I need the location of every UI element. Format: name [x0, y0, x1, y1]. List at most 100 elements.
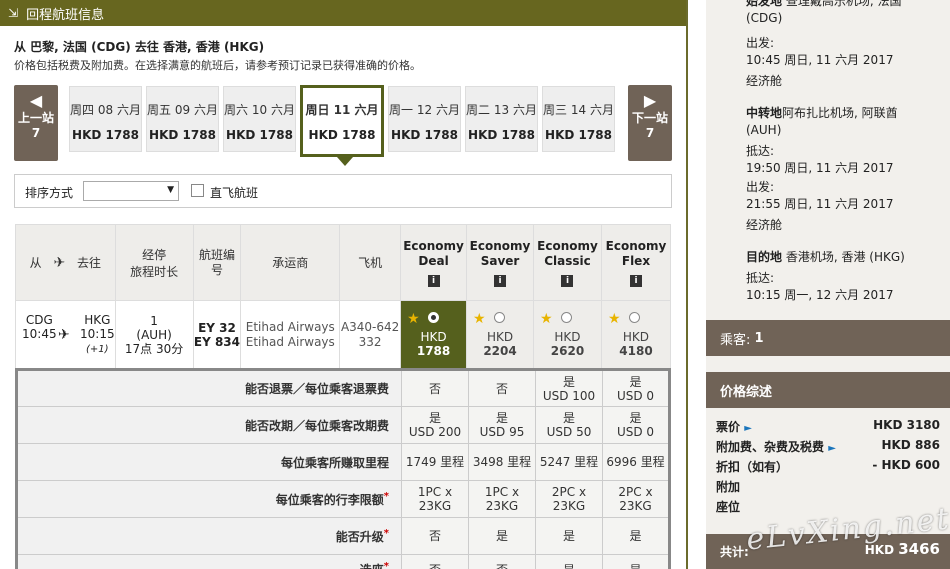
fare-option-flex[interactable]: ★ HKD 4180 [600, 300, 672, 369]
detail-value: 1PC x 23KG [468, 480, 536, 518]
price-summary: 票价 ► HKD 3180 附加费、杂费及税费 ► HKD 886 折扣（如有） - HK… [706, 418, 950, 518]
price-row[interactable]: 附加费、杂费及税费 ► HKD 886 [706, 438, 950, 458]
price-row: 折扣（如有） - HKD 600 [716, 458, 940, 474]
fare-header-flex: Economy Flex i [600, 224, 672, 301]
date-tab[interactable]: 周日 11 六月 HKD 1788 [300, 85, 384, 166]
date-tab[interactable]: 周三 14 六月 HKD 1788 [542, 86, 615, 152]
star-icon: ★ [473, 311, 486, 327]
price-row[interactable]: 票价 ► HKD 3180 [706, 418, 950, 438]
detail-question: 每位乘客所赚取里程 [16, 443, 402, 481]
fare-radio[interactable] [428, 312, 440, 323]
detail-value: 是 [468, 517, 536, 555]
detail-value: 是 USD 0 [602, 406, 670, 444]
detail-row: 能否改期／每位乘客改期费是 USD 200 是 USD 95 是 USD 50 是 USD 0 [16, 406, 670, 444]
carrier-header: 承运商 [240, 224, 341, 301]
itinerary: 始发地 查理戴高乐机场, 法国 (CDG) 出发: 10:45 周日, 11 六… [746, 0, 905, 302]
date-tab[interactable]: 周六 10 六月 HKD 1788 [223, 86, 296, 152]
detail-value: 是 [602, 517, 670, 555]
price-summary-header: 价格综述 [706, 372, 950, 408]
detail-value: 是 USD 95 [468, 406, 536, 444]
detail-question: 每位乘客的行李限额* [16, 480, 402, 518]
flight-numbers: EY 32 EY 834 [192, 300, 242, 369]
flight-stops: 1 (AUH) 17点 30分 [114, 300, 194, 369]
detail-value: 2PC x 23KG [535, 480, 603, 518]
detail-value: 是 USD 100 [535, 369, 603, 407]
route-title: 从 巴黎, 法国 (CDG) 去往 香港, 香港 (HKG) [14, 40, 265, 54]
detail-row: 每位乘客的行李限额* 1PC x 23KG 1PC x 23KG 2PC x 23KG 2PC… [16, 480, 670, 518]
sort-select[interactable]: ▼ [83, 181, 179, 201]
detail-value: 否 [401, 554, 469, 569]
date-tab[interactable]: 周五 09 六月 HKD 1788 [146, 86, 219, 152]
detail-row: 每位乘客所赚取里程 1749 里程 3498 里程 5247 里程 6996 里程 [16, 443, 670, 481]
chevron-left-icon: ◀ [29, 91, 43, 110]
detail-value: 是 USD 50 [535, 406, 603, 444]
date-tab[interactable]: 周二 13 六月 HKD 1788 [465, 86, 538, 152]
detail-value: 5247 里程 [535, 443, 603, 481]
fare-radio[interactable] [628, 312, 640, 323]
flight-times: CDG 10:45 ✈ HKG 10:15 (+1) [15, 300, 116, 369]
detail-question: 能否退票／每位乘客退票费 [16, 369, 402, 407]
info-icon[interactable]: i [561, 274, 574, 287]
plane-icon: ✈ [58, 327, 70, 343]
fare-option-saver[interactable]: ★ HKD 2204 [466, 300, 534, 369]
chevron-down-icon: ▼ [167, 185, 174, 195]
detail-value: 6996 里程 [602, 443, 670, 481]
plane-icon: ✈ [53, 255, 66, 271]
detail-value: 是 [535, 554, 603, 569]
direct-flight-checkbox[interactable] [191, 184, 204, 197]
divider [686, 0, 688, 569]
next-week-button[interactable]: ▶ 下一站 7 [628, 85, 672, 161]
expand-arrow-icon: ► [828, 443, 836, 454]
detail-value: 是 [535, 517, 603, 555]
detail-value: 3498 里程 [468, 443, 536, 481]
trip-summary-panel: 始发地 查理戴高乐机场, 法国 (CDG) 出发: 10:45 周日, 11 六… [706, 0, 950, 569]
fare-radio[interactable] [494, 312, 506, 323]
detail-question: 选座* [16, 554, 402, 569]
detail-value: 否 [401, 369, 469, 407]
fare-header-classic: Economy Classic i [533, 224, 602, 301]
date-tab[interactable]: 周四 08 六月 HKD 1788 [69, 86, 142, 152]
direct-flight-label: 直飞航班 [210, 186, 259, 200]
detail-row: 选座*否否是是 [16, 554, 670, 569]
detail-value: 否 [401, 517, 469, 555]
collapse-arrow-icon[interactable]: ⇲ [8, 6, 18, 20]
fare-option-deal[interactable]: ★ HKD 1788 [400, 300, 468, 369]
detail-question: 能否改期／每位乘客改期费 [16, 406, 402, 444]
detail-value: 是 USD 0 [602, 369, 670, 407]
date-tab[interactable]: 周一 12 六月 HKD 1788 [388, 86, 461, 152]
fare-header-saver: Economy Saver i [466, 224, 534, 301]
sort-bar: 排序方式 ▼ 直飞航班 [14, 174, 672, 208]
detail-row: 能否升级* 否是是是 [16, 517, 670, 555]
flight-aircraft: A340-642 332 [339, 300, 402, 369]
detail-value: 2PC x 23KG [602, 480, 670, 518]
passenger-bar: 乘客: 1 [706, 320, 950, 356]
prev-week-button[interactable]: ◀ 上一站 7 [14, 85, 58, 161]
detail-question: 能否升级* [16, 517, 402, 555]
detail-value: 否 [468, 369, 536, 407]
info-icon[interactable]: i [494, 274, 507, 287]
price-note: 价格包括税费及附加费。在选择满意的航班后，请参考预订记录已获得准确的价格。 [14, 59, 421, 72]
detail-row: 能否退票／每位乘客退票费否否是 USD 100 是 USD 0 [16, 369, 670, 407]
sort-label: 排序方式 [25, 186, 74, 200]
section-title: 回程航班信息 [26, 7, 105, 23]
expand-arrow-icon: ► [744, 423, 752, 434]
flight-results-panel: ⇲ 回程航班信息 从 巴黎, 法国 (CDG) 去往 香港, 香港 (HKG) … [0, 0, 686, 569]
stops-header: 经停 旅程时长 [114, 224, 194, 301]
fare-radio[interactable] [561, 312, 572, 323]
fare-details-table: 能否退票／每位乘客退票费否否是 USD 100 是 USD 0 能否改期／每位乘客改期费… [15, 368, 671, 569]
chevron-right-icon: ▶ [643, 91, 657, 110]
section-header[interactable]: ⇲ 回程航班信息 [0, 0, 686, 26]
aircraft-header: 飞机 [339, 224, 402, 301]
detail-value: 是 USD 200 [401, 406, 469, 444]
flightno-header: 航班编号 [192, 224, 242, 301]
star-icon: ★ [540, 311, 553, 327]
star-icon: ★ [607, 311, 621, 327]
flight-carriers: Etihad Airways Etihad Airways [240, 300, 341, 369]
info-icon[interactable]: i [629, 274, 642, 287]
star-icon: ★ [407, 311, 420, 327]
detail-value: 否 [468, 554, 536, 569]
flight-table: 从 ✈ 去往 经停 旅程时长 航班编号 承运商 飞机 Economy Deal i … [15, 224, 672, 369]
info-icon[interactable]: i [427, 274, 440, 287]
fare-header-deal: Economy Deal i [400, 224, 468, 301]
fare-option-classic[interactable]: ★ HKD 2620 [533, 300, 602, 369]
